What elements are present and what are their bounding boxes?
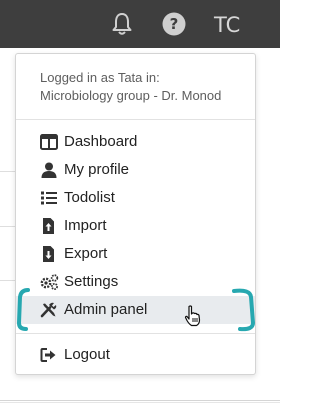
dashboard-icon: [40, 134, 58, 150]
hand-cursor-icon: [184, 305, 201, 327]
user-icon: [40, 162, 58, 178]
menu-item-export[interactable]: Export: [16, 240, 255, 268]
import-file-icon: [40, 218, 58, 234]
export-file-icon: [40, 246, 58, 262]
logout-icon: [40, 347, 58, 363]
background-divider: [0, 280, 16, 281]
list-icon: [40, 190, 58, 206]
menu-item-todolist[interactable]: Todolist: [16, 184, 255, 212]
menu-item-label: My profile: [64, 161, 130, 178]
menu-divider: [16, 119, 255, 120]
menu-item-logout[interactable]: Logout: [16, 341, 255, 369]
menu-item-label: Export: [64, 245, 108, 262]
menu-item-label: Todolist: [64, 189, 115, 206]
menu-item-my-profile[interactable]: My profile: [16, 156, 255, 184]
background-divider: [0, 226, 16, 227]
menu-item-label: Logout: [64, 346, 110, 363]
menu-item-label: Dashboard: [64, 133, 138, 150]
user-avatar-initials[interactable]: TC: [214, 12, 248, 38]
svg-text:?: ?: [170, 15, 179, 33]
background-divider: [0, 171, 16, 172]
background-divider: [0, 400, 280, 401]
logged-in-info: Logged in as Tata in: Microbiology group…: [40, 69, 250, 105]
bell-icon[interactable]: [111, 12, 133, 36]
top-navbar: ? TC: [0, 0, 280, 48]
help-icon[interactable]: ?: [162, 12, 186, 36]
logged-in-group: Microbiology group - Dr. Monod: [40, 88, 222, 103]
menu-item-label: Import: [64, 217, 107, 234]
menu-item-import[interactable]: Import: [16, 212, 255, 240]
logged-in-user: Logged in as Tata in:: [40, 70, 160, 85]
highlight-bracket-annotation: [16, 288, 256, 332]
menu-item-dashboard[interactable]: Dashboard: [16, 128, 255, 156]
